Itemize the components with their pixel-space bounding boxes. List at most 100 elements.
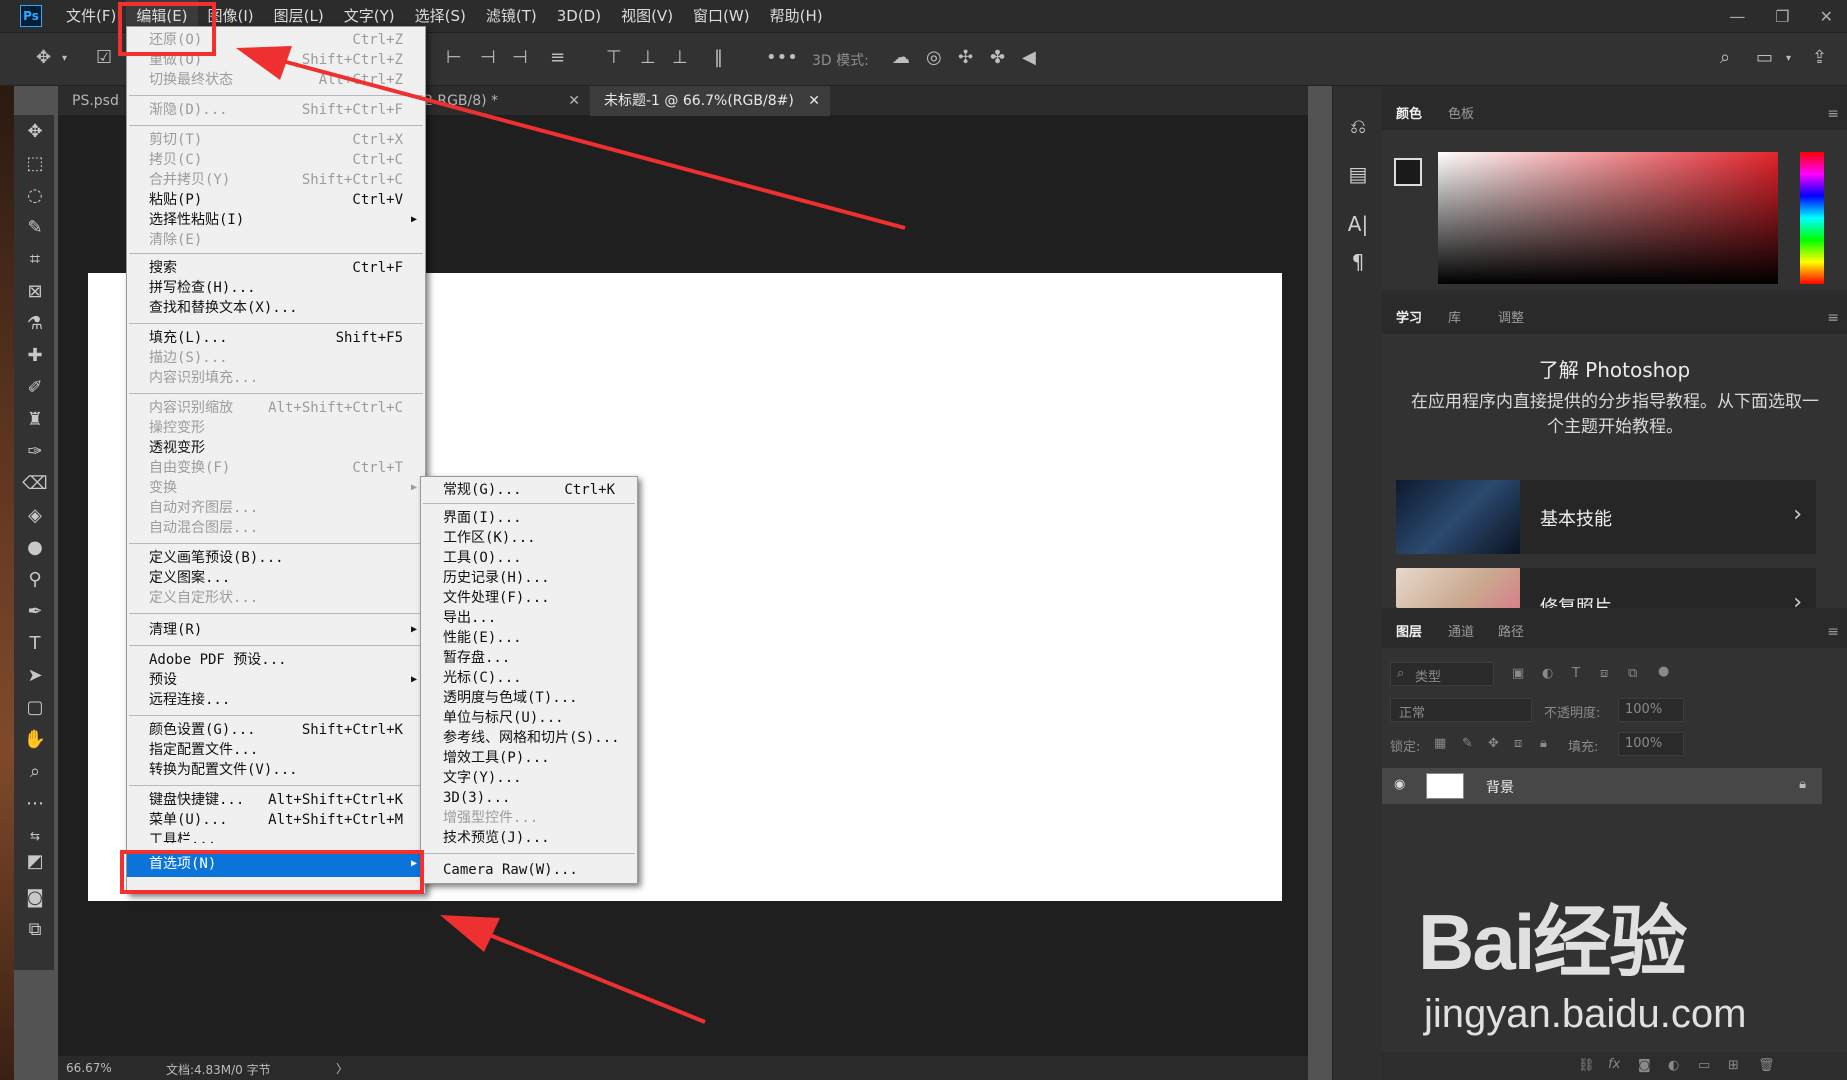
pref-guides-grid-slices[interactable]: 参考线、网格和切片(S)... (421, 729, 637, 747)
stamp-tool-icon[interactable]: ♜ (22, 407, 48, 433)
new-layer-icon[interactable]: ⊞ (1728, 1058, 1739, 1073)
zoom-tool-icon[interactable]: ⌕ (22, 759, 48, 785)
new-group-icon[interactable]: ▭ (1698, 1058, 1710, 1073)
tab-untitled-1[interactable]: 未标题-1 @ 66.7%(RGB/8#) ✕ (590, 86, 830, 116)
menu-item-content-aware-fill[interactable]: 内容识别填充... (127, 369, 425, 387)
menu-item-fill[interactable]: 填充(L)... Shift+F5 (127, 329, 425, 347)
tab-adjustments[interactable]: 调整 (1498, 304, 1524, 334)
filter-shape-icon[interactable]: ⧈ (1600, 666, 1608, 681)
menu-item-cut[interactable]: 剪切(T) Ctrl+X (127, 131, 425, 149)
menu-item-keyboard-shortcuts[interactable]: 键盘快捷键... Alt+Shift+Ctrl+K (127, 791, 425, 809)
lock-transparent-icon[interactable]: ▦ (1434, 736, 1446, 751)
menu-item-purge[interactable]: 清理(R) ▶ (127, 621, 425, 639)
menu-item-find-replace[interactable]: 查找和替换文本(X)... (127, 299, 425, 317)
restore-icon[interactable]: ❐ (1775, 7, 1789, 26)
pref-performance[interactable]: 性能(E)... (421, 629, 637, 647)
pen-tool-icon[interactable]: ✒ (22, 599, 48, 625)
marquee-tool-icon[interactable]: ⬚ (22, 151, 48, 177)
pref-general[interactable]: 常规(G)... Ctrl+K (421, 481, 637, 499)
blend-mode-select[interactable]: 正常 (1390, 698, 1532, 722)
tab-learn[interactable]: 学习 (1396, 304, 1422, 334)
menu-item-paste-special[interactable]: 选择性粘贴(I) ▶ (127, 211, 425, 229)
menu-item-stroke[interactable]: 描边(S)... (127, 349, 425, 367)
pref-interface[interactable]: 界面(I)... (421, 509, 637, 527)
quick-select-tool-icon[interactable]: ✎ (22, 215, 48, 241)
layer-row[interactable]: ◉ 背景 🔒︎ (1382, 768, 1822, 804)
panel-menu-icon[interactable]: ≡ (1827, 106, 1839, 122)
menu-item-define-pattern[interactable]: 定义图案... (127, 569, 425, 587)
workspace-chevron-icon[interactable]: ▾ (1786, 53, 1791, 64)
menu-help[interactable]: 帮助(H) (760, 0, 833, 32)
pref-workspace[interactable]: 工作区(K)... (421, 529, 637, 547)
panel-menu-icon[interactable]: ≡ (1827, 624, 1839, 640)
zoom-level[interactable]: 66.67% (66, 1061, 112, 1075)
close-tab-icon[interactable]: ✕ (568, 86, 580, 116)
shape-tool-icon[interactable]: ▢ (22, 695, 48, 721)
color-picker-field[interactable] (1438, 152, 1778, 284)
3d-pan-icon[interactable]: ✣ (958, 47, 973, 68)
menu-3d[interactable]: 3D(D) (547, 0, 611, 32)
filter-pixel-icon[interactable]: ▣ (1512, 666, 1524, 681)
opacity-input[interactable]: 100% (1618, 698, 1684, 722)
align-middle-icon[interactable]: ⊥ (640, 47, 656, 68)
search-icon[interactable]: ⌕ (1720, 47, 1730, 68)
3d-roll-icon[interactable]: ◎ (926, 47, 942, 68)
learn-card-fix-photos[interactable]: 修复照片 › (1396, 568, 1816, 608)
fill-input[interactable]: 100% (1618, 732, 1684, 756)
path-select-tool-icon[interactable]: ➤ (22, 663, 48, 689)
screen-mode-icon[interactable]: ⧉ (22, 917, 48, 943)
pref-export[interactable]: 导出... (421, 609, 637, 627)
eraser-tool-icon[interactable]: ⌫ (22, 471, 48, 497)
3d-slide-icon[interactable]: ✤ (990, 47, 1005, 68)
filter-adjustment-icon[interactable]: ◐ (1542, 666, 1553, 681)
menu-item-remote-connections[interactable]: 远程连接... (127, 691, 425, 709)
add-mask-icon[interactable]: ◙ (1638, 1058, 1651, 1073)
filter-toggle-icon[interactable]: ● (1658, 664, 1669, 679)
edit-toolbar-icon[interactable]: ⋯ (22, 791, 48, 817)
align-bottom-icon[interactable]: ⊥ (672, 47, 688, 68)
menu-item-menus[interactable]: 菜单(U)... Alt+Shift+Ctrl+M (127, 811, 425, 829)
menu-item-content-aware-scale[interactable]: 内容识别缩放 Alt+Shift+Ctrl+C (127, 399, 425, 417)
learn-card-basics[interactable]: 基本技能 › (1396, 480, 1816, 554)
pref-tools[interactable]: 工具(O)... (421, 549, 637, 567)
align-right-icon[interactable]: ⊣ (512, 47, 528, 68)
pref-type[interactable]: 文字(Y)... (421, 769, 637, 787)
tab-libraries[interactable]: 库 (1448, 304, 1461, 334)
hand-tool-icon[interactable]: ✋ (22, 727, 48, 753)
lock-pixels-icon[interactable]: ✎ (1462, 736, 1473, 751)
workspace-icon[interactable]: ▭ (1756, 47, 1773, 68)
tab-channels[interactable]: 通道 (1448, 618, 1474, 648)
panel-menu-icon[interactable]: ≡ (1827, 310, 1839, 326)
frame-tool-icon[interactable]: ⊠ (22, 279, 48, 305)
tab-paths[interactable]: 路径 (1498, 618, 1524, 648)
menu-item-transform[interactable]: 变换 ▶ (127, 479, 425, 497)
menu-item-puppet-warp[interactable]: 操控变形 (127, 419, 425, 437)
dodge-tool-icon[interactable]: ⚲ (22, 567, 48, 593)
pref-scratch-disks[interactable]: 暂存盘... (421, 649, 637, 667)
layer-filter-select[interactable]: ⌕ 类型 (1390, 662, 1494, 686)
pref-camera-raw[interactable]: Camera Raw(W)... (421, 861, 637, 879)
history-brush-tool-icon[interactable]: ✑ (22, 439, 48, 465)
pref-plugins[interactable]: 增效工具(P)... (421, 749, 637, 767)
hue-slider[interactable] (1800, 152, 1824, 284)
menu-filter[interactable]: 滤镜(T) (476, 0, 547, 32)
tab-document-2[interactable]: 2 RGB/8) * ✕ (418, 86, 590, 116)
color-swatches-icon[interactable]: ◩ (22, 849, 48, 875)
menu-item-color-settings[interactable]: 颜色设置(G)... Shift+Ctrl+K (127, 721, 425, 739)
menu-item-perspective-warp[interactable]: 透视变形 (127, 439, 425, 457)
lock-position-icon[interactable]: ✥ (1488, 736, 1499, 751)
distribute-vertical-icon[interactable]: ‖ (714, 47, 723, 68)
crop-tool-icon[interactable]: ⌗ (22, 247, 48, 273)
menu-item-define-custom-shape[interactable]: 定义自定形状... (127, 589, 425, 607)
swap-colors-icon[interactable]: ⇆ (22, 823, 48, 849)
menu-item-toggle-last-state[interactable]: 切换最终状态 Alt+Ctrl+Z (127, 71, 425, 89)
tab-color[interactable]: 颜色 (1396, 100, 1422, 130)
filter-type-icon[interactable]: T (1572, 666, 1580, 681)
pref-cursors[interactable]: 光标(C)... (421, 669, 637, 687)
menu-window[interactable]: 窗口(W) (683, 0, 760, 32)
align-left-icon[interactable]: ⊢ (446, 47, 462, 68)
menu-item-clear[interactable]: 清除(E) (127, 231, 425, 249)
pref-units-rulers[interactable]: 单位与标尺(U)... (421, 709, 637, 727)
brush-tool-icon[interactable]: ✐ (22, 375, 48, 401)
tab-swatches[interactable]: 色板 (1448, 100, 1474, 130)
